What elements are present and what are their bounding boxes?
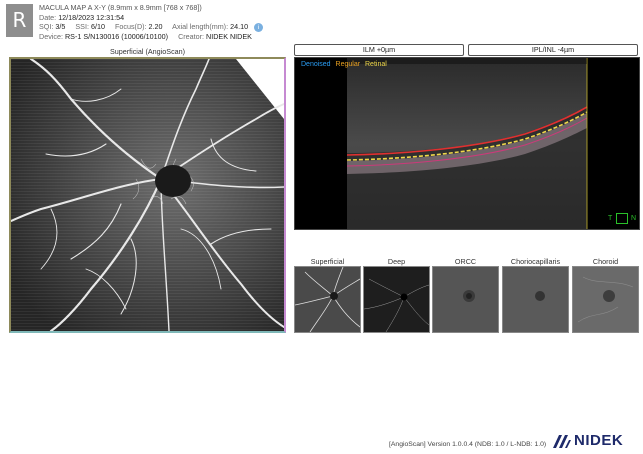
main-view-title: Superficial (AngioScan) (109, 47, 186, 56)
slab-top-boundary-button[interactable]: ILM +0µm (294, 44, 464, 56)
bscan-legend: Denoised Regular Retinal (301, 61, 390, 68)
device-value: RS-1 S/N130016 (10006/10100) (64, 32, 169, 41)
thumb-label-choroid: Choroid (592, 257, 619, 266)
nidek-logo-icon (553, 435, 571, 448)
axial-length-value: 24.10 (230, 22, 249, 31)
version-footer: [AngioScan] Version 1.0.0.4 (NDB: 1.0 / … (389, 441, 546, 448)
scan-title: MACULA MAP A X-Y (8.9mm x 8.9mm [768 x 7… (39, 3, 202, 12)
thumb-label-deep: Deep (387, 257, 406, 266)
nidek-logo: NIDEK (552, 432, 636, 452)
thumb-orcc[interactable] (432, 266, 499, 333)
thumb-orcc-image (433, 267, 498, 332)
device-row: Device: RS-1 S/N130016 (10006/10100) Cre… (39, 32, 252, 42)
orientation-temporal-label: T (608, 215, 613, 222)
version-text: Version 1.0.0.4 (NDB: 1.0 / L-NDB: 1.0) (427, 441, 547, 448)
quality-row: SQI: 3/5 SSI: 6/10 Focus(D): 2.20 Axial … (39, 22, 264, 32)
brand-name: NIDEK (574, 432, 624, 449)
legend-retinal: Retinal (365, 61, 387, 68)
focus-label: Focus(D): (114, 22, 147, 31)
bscan-image[interactable]: Denoised Regular Retinal T N (294, 57, 640, 230)
ssi-value: 6/10 (90, 22, 105, 31)
thumb-choriocapillaris[interactable] (502, 266, 569, 333)
device-label: Device: (39, 32, 63, 41)
thumb-choriocapillaris-image (503, 267, 568, 332)
creator-label: Creator: (178, 32, 205, 41)
thumb-superficial-image (295, 267, 360, 332)
thumb-choroid-image (573, 267, 638, 332)
eye-laterality-badge: R (6, 4, 33, 37)
ssi-label: SSI: (75, 22, 89, 31)
superficial-angio-image[interactable] (9, 57, 286, 333)
bscan-cross-section (346, 58, 588, 229)
thumb-label-superficial: Superficial (310, 257, 345, 266)
angio-vessel-image (11, 59, 284, 331)
thumb-label-choriocapillaris: Choriocapillaris (510, 257, 561, 266)
date-label: Date: (39, 13, 57, 22)
focus-value: 2.20 (148, 22, 163, 31)
info-icon[interactable]: i (254, 22, 264, 32)
thumb-deep-image (364, 267, 429, 332)
orientation-marker-icon (616, 213, 628, 224)
sqi-label: SQI: (39, 22, 54, 31)
sqi-value: 3/5 (55, 22, 66, 31)
legend-denoised: Denoised (301, 61, 331, 68)
legend-regular: Regular (335, 61, 361, 68)
thumb-superficial[interactable] (294, 266, 361, 333)
slab-bottom-boundary-button[interactable]: IPL/INL -4µm (468, 44, 638, 56)
creator-value: NIDEK NIDEK (206, 32, 252, 41)
thumb-deep[interactable] (363, 266, 430, 333)
date-value: 12/18/2023 12:31:54 (58, 13, 125, 22)
orientation-nasal-label: N (631, 215, 637, 222)
thumb-choroid[interactable] (572, 266, 639, 333)
product-name: [AngioScan] (389, 441, 426, 448)
axial-length-label: Axial length(mm): (172, 22, 229, 31)
thumb-label-orcc: ORCC (454, 257, 477, 266)
